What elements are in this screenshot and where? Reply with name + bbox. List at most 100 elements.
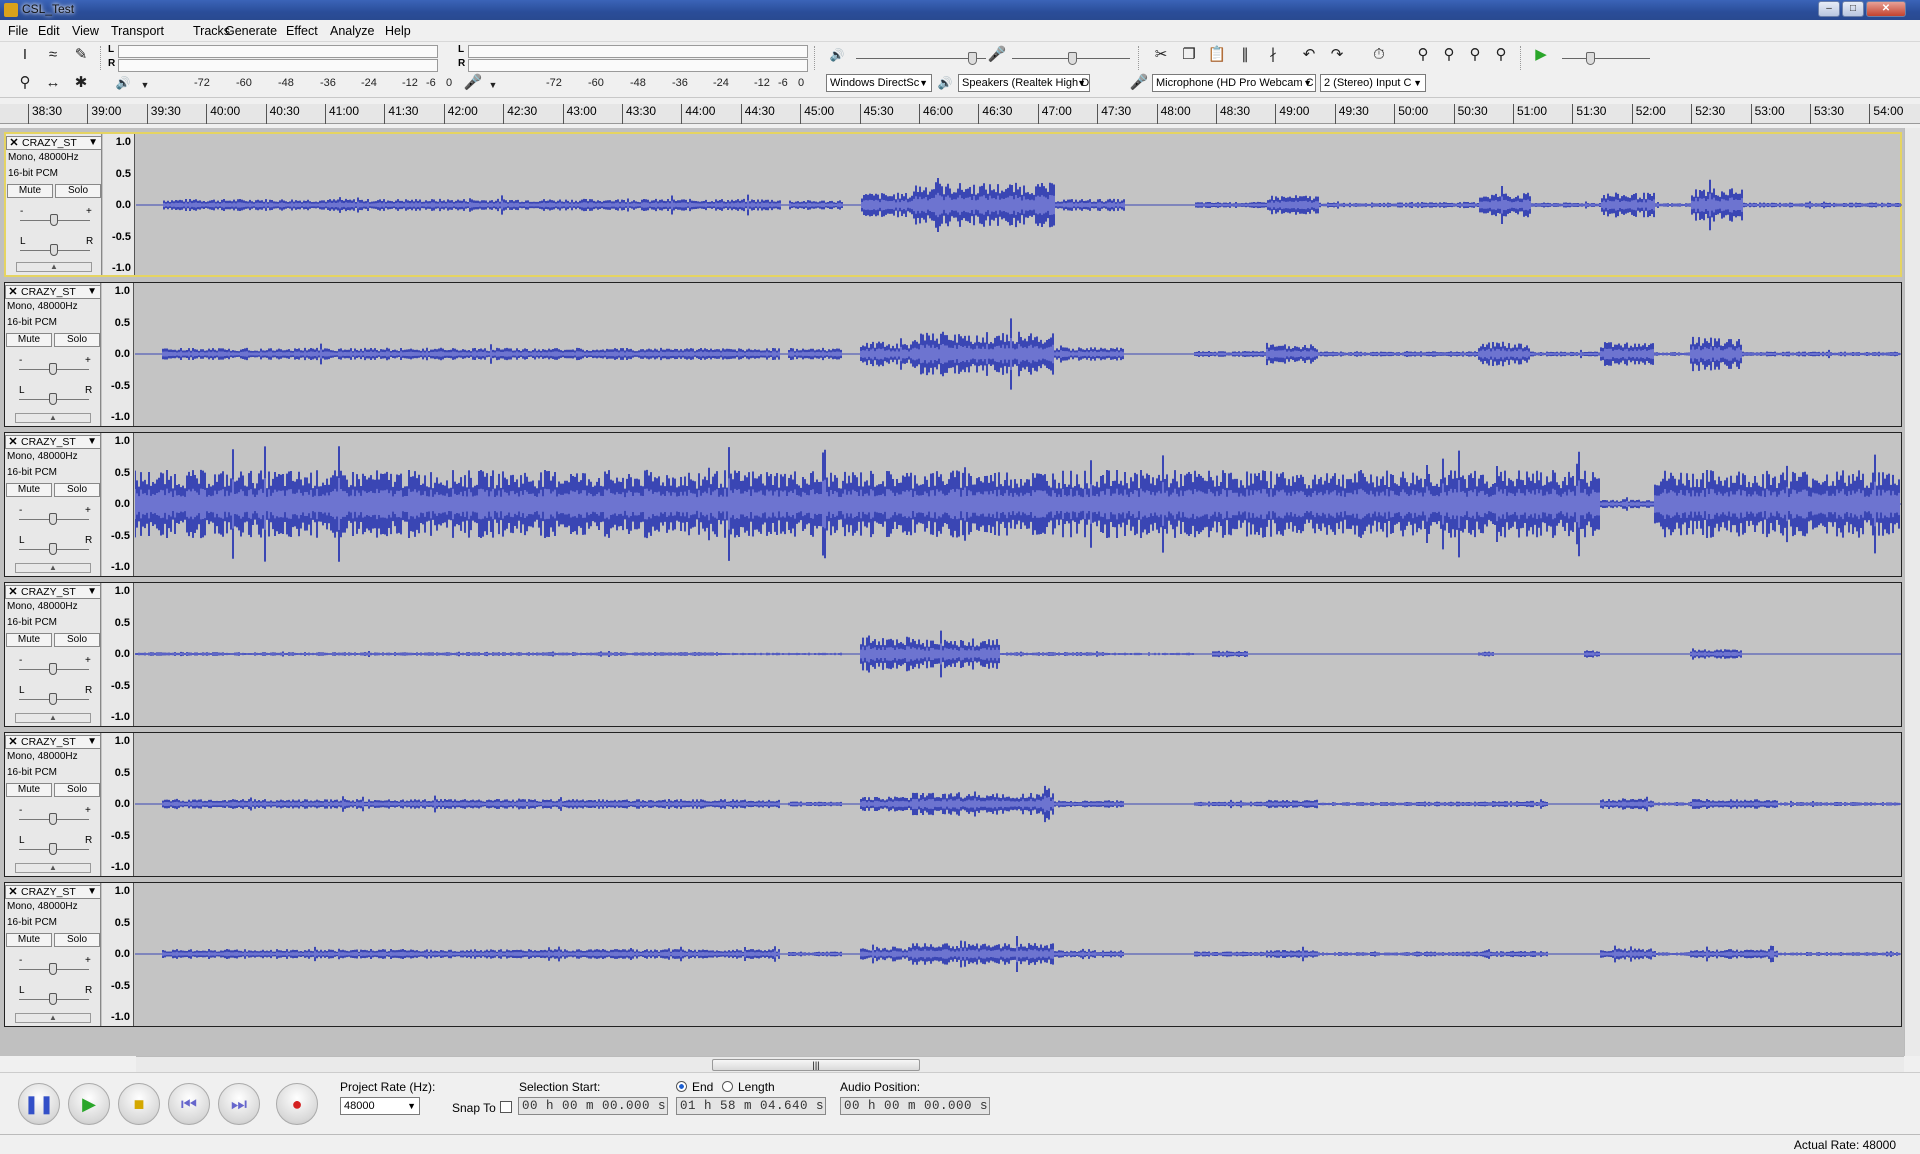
input-channels-select[interactable]: 2 (Stereo) Input C▼: [1320, 74, 1426, 92]
selection-start-field[interactable]: 00 h 00 m 00.000 s: [518, 1097, 668, 1115]
gain-slider[interactable]: [19, 969, 89, 970]
track-control-panel[interactable]: ✕ CRAZY_ST ▼ Mono, 48000Hz 16-bit PCM Mu…: [5, 583, 101, 726]
track-control-panel[interactable]: ✕ CRAZY_ST ▼ Mono, 48000Hz 16-bit PCM Mu…: [5, 883, 101, 1026]
waveform[interactable]: [135, 733, 1901, 876]
pan-slider-thumb[interactable]: [49, 993, 57, 1005]
close-track-icon[interactable]: ✕: [8, 137, 20, 149]
pan-slider[interactable]: [19, 399, 89, 400]
zoom-out-icon[interactable]: ⚲: [1438, 44, 1460, 66]
track-name[interactable]: CRAZY_ST: [22, 137, 77, 149]
gain-slider-thumb[interactable]: [49, 663, 57, 675]
close-track-icon[interactable]: ✕: [7, 286, 19, 298]
gain-slider-thumb[interactable]: [49, 513, 57, 525]
track-header[interactable]: ✕ CRAZY_ST ▼: [6, 136, 102, 150]
pan-slider-thumb[interactable]: [49, 843, 57, 855]
close-track-icon[interactable]: ✕: [7, 736, 19, 748]
minimize-button[interactable]: –: [1818, 1, 1840, 17]
collapse-track-icon[interactable]: ▲: [15, 413, 91, 423]
stop-button[interactable]: ■: [118, 1083, 160, 1125]
input-volume-slider[interactable]: [1012, 58, 1130, 59]
track-menu-dropdown-icon[interactable]: ▼: [87, 736, 97, 747]
track-header[interactable]: ✕ CRAZY_ST ▼: [5, 735, 101, 749]
snap-to-checkbox[interactable]: [500, 1101, 512, 1113]
selection-tool-icon[interactable]: I: [14, 44, 36, 66]
audio-host-select[interactable]: Windows DirectSc▼: [826, 74, 932, 92]
solo-button[interactable]: Solo: [54, 483, 100, 497]
close-button[interactable]: ✕: [1866, 1, 1906, 17]
skip-end-button[interactable]: ⏭: [218, 1083, 260, 1125]
waveform[interactable]: [135, 433, 1901, 576]
gain-slider[interactable]: [19, 669, 89, 670]
pan-slider[interactable]: [19, 699, 89, 700]
horizontal-scroll-thumb[interactable]: |||: [712, 1059, 920, 1071]
collapse-track-icon[interactable]: ▲: [16, 262, 92, 272]
pan-slider[interactable]: [19, 999, 89, 1000]
zoom-in-icon[interactable]: ⚲: [1412, 44, 1434, 66]
track-menu-dropdown-icon[interactable]: ▼: [88, 137, 98, 148]
audio-track[interactable]: ✕ CRAZY_ST ▼ Mono, 48000Hz 16-bit PCM Mu…: [4, 432, 1902, 577]
waveform[interactable]: [135, 883, 1901, 1026]
fit-project-icon[interactable]: ⚲: [1490, 44, 1512, 66]
track-name[interactable]: CRAZY_ST: [21, 886, 76, 898]
play-button[interactable]: ▶: [68, 1083, 110, 1125]
collapse-track-icon[interactable]: ▲: [15, 1013, 91, 1023]
skip-start-button[interactable]: ⏮: [168, 1083, 210, 1125]
collapse-track-icon[interactable]: ▲: [15, 713, 91, 723]
close-track-icon[interactable]: ✕: [7, 586, 19, 598]
pan-slider[interactable]: [19, 849, 89, 850]
mute-button[interactable]: Mute: [6, 333, 52, 347]
selection-end-field[interactable]: 01 h 58 m 04.640 s: [676, 1097, 826, 1115]
playback-meter-right[interactable]: [118, 59, 438, 72]
draw-tool-icon[interactable]: ✎: [70, 44, 92, 66]
audio-track[interactable]: ✕ CRAZY_ST ▼ Mono, 48000Hz 16-bit PCM Mu…: [4, 882, 1902, 1027]
length-radio[interactable]: [722, 1081, 733, 1092]
waveform[interactable]: [136, 134, 1902, 275]
undo-icon[interactable]: ↶: [1298, 44, 1320, 66]
output-device-select[interactable]: Speakers (Realtek High Definit▼: [958, 74, 1090, 92]
end-radio[interactable]: [676, 1081, 687, 1092]
track-menu-dropdown-icon[interactable]: ▼: [87, 286, 97, 297]
track-header[interactable]: ✕ CRAZY_ST ▼: [5, 585, 101, 599]
menu-generate[interactable]: Generate: [225, 24, 277, 38]
project-rate-select[interactable]: 48000▼: [340, 1097, 420, 1115]
mute-button[interactable]: Mute: [6, 483, 52, 497]
menu-view[interactable]: View: [72, 24, 99, 38]
track-header[interactable]: ✕ CRAZY_ST ▼: [5, 885, 101, 899]
cut-icon[interactable]: ✂: [1150, 44, 1172, 66]
record-meter[interactable]: [468, 45, 808, 58]
mute-button[interactable]: Mute: [6, 933, 52, 947]
track-menu-dropdown-icon[interactable]: ▼: [87, 886, 97, 897]
track-name[interactable]: CRAZY_ST: [21, 436, 76, 448]
gain-slider-thumb[interactable]: [49, 963, 57, 975]
horizontal-scrollbar[interactable]: |||: [136, 1056, 1904, 1072]
gain-slider[interactable]: [19, 819, 89, 820]
envelope-tool-icon[interactable]: ≈: [42, 44, 64, 66]
trim-icon[interactable]: ∥: [1234, 44, 1256, 66]
menu-effect[interactable]: Effect: [286, 24, 318, 38]
playback-meter[interactable]: [118, 45, 438, 58]
collapse-track-icon[interactable]: ▲: [15, 863, 91, 873]
play-at-speed-icon[interactable]: ▶: [1530, 44, 1552, 66]
zoom-tool-icon[interactable]: ⚲: [14, 72, 36, 94]
mute-button[interactable]: Mute: [6, 633, 52, 647]
redo-icon[interactable]: ↷: [1326, 44, 1348, 66]
record-button[interactable]: ●: [276, 1083, 318, 1125]
audio-track[interactable]: ✕ CRAZY_ST ▼ Mono, 48000Hz 16-bit PCM Mu…: [4, 732, 1902, 877]
paste-icon[interactable]: 📋: [1206, 44, 1228, 66]
silence-icon[interactable]: ∤: [1262, 44, 1284, 66]
gain-slider[interactable]: [19, 519, 89, 520]
vertical-scrollbar[interactable]: [1904, 128, 1920, 1056]
pan-slider[interactable]: [19, 549, 89, 550]
multi-tool-icon[interactable]: ✱: [70, 72, 92, 94]
maximize-button[interactable]: □: [1842, 1, 1864, 17]
pause-button[interactable]: ❚❚: [18, 1083, 60, 1125]
gain-slider-thumb[interactable]: [50, 214, 58, 226]
track-name[interactable]: CRAZY_ST: [21, 286, 76, 298]
mute-button[interactable]: Mute: [7, 184, 53, 198]
close-track-icon[interactable]: ✕: [7, 436, 19, 448]
audio-track[interactable]: ✕ CRAZY_ST ▼ Mono, 48000Hz 16-bit PCM Mu…: [4, 282, 1902, 427]
waveform[interactable]: [135, 283, 1901, 426]
gain-slider-thumb[interactable]: [49, 813, 57, 825]
tracks-area[interactable]: ✕ CRAZY_ST ▼ Mono, 48000Hz 16-bit PCM Mu…: [0, 128, 1904, 1056]
pan-slider-thumb[interactable]: [49, 543, 57, 555]
